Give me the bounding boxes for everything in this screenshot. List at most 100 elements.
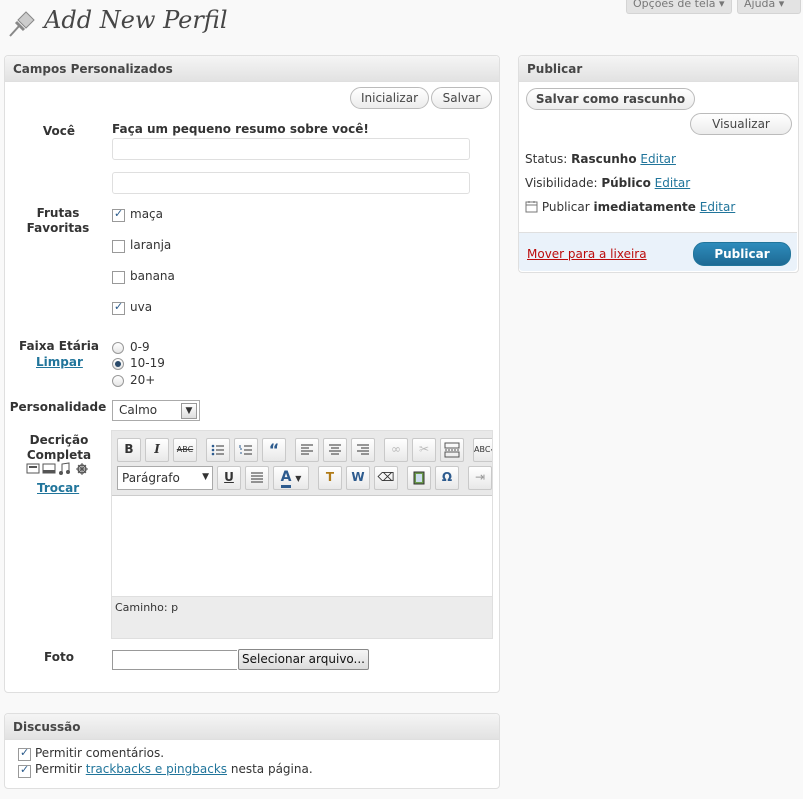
- format-select[interactable]: Parágrafo ▼: [117, 466, 213, 490]
- justify-icon[interactable]: [245, 466, 269, 490]
- underline-icon[interactable]: U: [217, 466, 241, 490]
- allow-trackbacks-row: Permitir trackbacks e pingbacks nesta pá…: [35, 762, 313, 776]
- page-title: Add New Perfil: [44, 6, 228, 34]
- radio-10-19[interactable]: [112, 358, 124, 370]
- radio-0-9[interactable]: [112, 342, 124, 354]
- faixa-label: Faixa Etária: [19, 339, 99, 353]
- align-center-icon[interactable]: [323, 438, 347, 462]
- chevron-down-icon: ▼: [181, 403, 197, 419]
- eraser-icon[interactable]: ⌫: [374, 466, 398, 490]
- discussion-header[interactable]: Discussão: [5, 714, 499, 740]
- publish-button[interactable]: Publicar: [693, 242, 791, 266]
- triangle-down-icon: ▾: [778, 0, 785, 10]
- foto-label: Foto: [44, 650, 74, 664]
- editor-content[interactable]: [112, 496, 492, 596]
- allow-comments-label: Permitir comentários.: [35, 746, 165, 760]
- italic-icon[interactable]: I: [145, 438, 169, 462]
- chevron-down-icon: ▼: [202, 472, 209, 482]
- option-maca: maça: [130, 207, 163, 221]
- audio-icon: [59, 462, 70, 475]
- allow-suffix: nesta página.: [230, 762, 313, 776]
- status-label: Status:: [525, 152, 568, 166]
- edit-visibility-link[interactable]: Editar: [655, 176, 691, 190]
- media-icon[interactable]: [407, 466, 431, 490]
- rich-text-editor: B I ABC “ ∞ ✂ ABC✔ Parágrafo ▼ U A ▼ T W…: [111, 430, 493, 639]
- save-button[interactable]: Salvar: [431, 87, 492, 109]
- reset-button[interactable]: Inicializar: [350, 87, 429, 109]
- save-draft-button[interactable]: Salvar como rascunho: [526, 88, 695, 110]
- voce-description: Faça um pequeno resumo sobre você!: [112, 122, 369, 136]
- visibility-label: Visibilidade:: [525, 176, 598, 190]
- editor-path: Caminho: p: [115, 601, 179, 614]
- bold-icon[interactable]: B: [117, 438, 141, 462]
- text-color-icon[interactable]: A ▼: [273, 466, 309, 490]
- media-gear-icon: [76, 463, 88, 475]
- checkbox-laranja[interactable]: [112, 240, 125, 253]
- blockquote-icon[interactable]: “: [262, 438, 286, 462]
- choose-file-button[interactable]: Selecionar arquivo...: [238, 649, 369, 670]
- radio-20-plus[interactable]: [112, 375, 124, 387]
- screen-options-button[interactable]: Opções de tela ▾: [626, 0, 732, 14]
- link-icon[interactable]: ∞: [384, 438, 408, 462]
- unlink-icon[interactable]: ✂: [412, 438, 436, 462]
- align-left-icon[interactable]: [295, 438, 319, 462]
- schedule-row: Publicar imediatamente Editar: [525, 200, 735, 214]
- descricao-label: Decrição Completa: [26, 433, 92, 462]
- paste-text-icon[interactable]: T: [318, 466, 342, 490]
- pushpin-icon: [9, 11, 35, 37]
- switch-link[interactable]: Trocar: [37, 481, 79, 495]
- image-icon: [26, 463, 40, 474]
- status-value: Rascunho: [571, 152, 637, 166]
- numbered-list-icon[interactable]: [234, 438, 258, 462]
- omega-icon[interactable]: Ω: [435, 466, 459, 490]
- preview-button[interactable]: Visualizar: [690, 113, 792, 135]
- status-row: Status: Rascunho Editar: [525, 152, 676, 166]
- option-laranja: laranja: [130, 238, 172, 252]
- clear-link[interactable]: Limpar: [36, 355, 83, 369]
- option-20-plus: 20+: [130, 373, 156, 387]
- voce-input-2[interactable]: [112, 172, 470, 194]
- visibility-value: Público: [601, 176, 651, 190]
- calendar-icon: [525, 201, 538, 213]
- video-icon: [42, 463, 56, 474]
- screen-options-label: Opções de tela: [633, 0, 716, 10]
- custom-fields-header[interactable]: Campos Personalizados: [5, 56, 499, 82]
- help-button[interactable]: Ajuda ▾: [737, 0, 801, 14]
- align-right-icon[interactable]: [351, 438, 375, 462]
- file-path-input[interactable]: [112, 650, 237, 670]
- personalidade-select[interactable]: Calmo ▼: [112, 400, 200, 421]
- edit-schedule-link[interactable]: Editar: [700, 200, 736, 214]
- strikethrough-icon[interactable]: ABC: [173, 438, 197, 462]
- option-banana: banana: [130, 269, 175, 283]
- help-label: Ajuda: [744, 0, 776, 10]
- schedule-value: imediatamente: [593, 200, 696, 214]
- visibility-row: Visibilidade: Público Editar: [525, 176, 690, 190]
- option-0-9: 0-9: [130, 340, 150, 354]
- personalidade-label: Personalidade: [9, 400, 107, 414]
- editor-statusbar: Caminho: p: [112, 596, 492, 638]
- spellcheck-icon[interactable]: ABC✔: [473, 438, 492, 462]
- media-icons: [26, 462, 92, 476]
- bullet-list-icon[interactable]: [206, 438, 230, 462]
- triangle-down-icon: ▾: [719, 0, 725, 10]
- checkbox-uva[interactable]: [112, 300, 125, 315]
- checkbox-banana[interactable]: [112, 271, 125, 284]
- option-10-19: 10-19: [130, 356, 165, 370]
- allow-prefix: Permitir: [35, 762, 82, 776]
- edit-status-link[interactable]: Editar: [640, 152, 676, 166]
- format-value: Parágrafo: [122, 471, 180, 485]
- personalidade-value: Calmo: [119, 403, 158, 417]
- schedule-label: Publicar: [541, 200, 590, 214]
- frutas-label: Frutas Favoritas: [26, 206, 90, 235]
- more-tag-icon[interactable]: [440, 438, 464, 462]
- publish-header[interactable]: Publicar: [519, 56, 798, 82]
- allow-trackbacks-checkbox[interactable]: [18, 763, 31, 778]
- option-uva: uva: [130, 300, 153, 314]
- trash-link[interactable]: Mover para a lixeira: [527, 247, 647, 261]
- checkbox-maca[interactable]: [112, 207, 125, 222]
- trackbacks-link[interactable]: trackbacks e pingbacks: [86, 762, 227, 776]
- allow-comments-checkbox[interactable]: [18, 746, 31, 761]
- indent-icon[interactable]: ⇥: [468, 466, 492, 490]
- paste-word-icon[interactable]: W: [346, 466, 370, 490]
- voce-input-1[interactable]: [112, 138, 470, 160]
